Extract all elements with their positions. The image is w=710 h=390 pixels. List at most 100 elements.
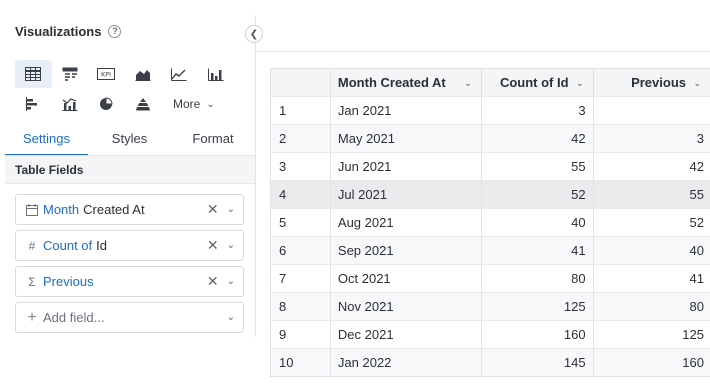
cell-month: Jan 2022 (330, 348, 482, 377)
row-number: 9 (270, 320, 331, 349)
tab-format[interactable]: Format (171, 127, 255, 156)
cell-count: 42 (481, 124, 594, 153)
combo-chart-icon[interactable] (52, 90, 89, 118)
calendar-icon (25, 203, 39, 216)
remove-field-icon[interactable]: ✕ (207, 201, 219, 218)
remove-field-icon[interactable]: ✕ (207, 237, 219, 254)
line-chart-icon[interactable] (161, 60, 198, 88)
cell-count: 52 (481, 180, 594, 209)
chevron-down-icon[interactable]: ⌄ (464, 78, 472, 89)
table-row: 6 Sep 2021 41 40 (270, 236, 710, 265)
cell-month: Jun 2021 (330, 152, 482, 181)
funnel-chart-icon[interactable] (125, 90, 162, 118)
row-number-header (270, 68, 331, 97)
column-header-month-created-at[interactable]: Month Created At ⌄ (330, 68, 482, 97)
plus-icon: + (27, 308, 37, 326)
tab-settings[interactable]: Settings (5, 127, 88, 156)
bar-chart-icon[interactable] (198, 60, 235, 88)
pivot-table-icon[interactable] (52, 60, 89, 88)
field-month-created-at[interactable]: Month Created At ✕ ⌄ (15, 194, 244, 225)
cell-count: 80 (481, 264, 594, 293)
cell-count: 41 (481, 236, 594, 265)
table-row: 3 Jun 2021 55 42 (270, 152, 710, 181)
panel-tabs: Settings Styles Format (5, 127, 255, 156)
field-name: Created At (83, 202, 145, 217)
remove-field-icon[interactable]: ✕ (207, 273, 219, 290)
table-fields-header: Table Fields (5, 155, 255, 184)
visualization-panel: Visualizations ? KPI More ⌄ Settings Sty… (0, 0, 255, 390)
column-header-label: Month Created At (337, 75, 446, 90)
panel-header: Visualizations ? (15, 24, 122, 39)
help-icon[interactable]: ? (108, 25, 122, 38)
table-row: 10 Jan 2022 145 160 (270, 348, 710, 377)
chevron-down-icon[interactable]: ⌄ (693, 78, 701, 89)
cell-month: Dec 2021 (330, 320, 482, 349)
field-count-of-id[interactable]: # Count of Id ✕ ⌄ (15, 230, 244, 261)
cell-previous: 160 (593, 348, 710, 377)
cell-previous: 42 (593, 152, 710, 181)
chevron-down-icon[interactable]: ⌄ (227, 204, 235, 215)
chevron-down-icon[interactable]: ⌄ (227, 276, 235, 287)
table-row: 8 Nov 2021 125 80 (270, 292, 710, 321)
column-header-label: Previous (631, 75, 686, 90)
kpi-icon-label: KPI (101, 71, 111, 79)
cell-month: Sep 2021 (330, 236, 482, 265)
chevron-down-icon: ⌄ (206, 98, 215, 110)
cell-month: Aug 2021 (330, 208, 482, 237)
chevron-down-icon[interactable]: ⌄ (227, 240, 235, 251)
table-row: 7 Oct 2021 80 41 (270, 264, 710, 293)
row-number: 6 (270, 236, 331, 265)
row-number: 7 (270, 264, 331, 293)
chevron-left-icon: ❮ (249, 28, 259, 40)
sigma-icon: Σ (28, 274, 36, 289)
cell-count: 160 (481, 320, 594, 349)
cell-previous (593, 96, 710, 125)
add-field-button[interactable]: + Add field... ⌄ (15, 302, 244, 333)
column-header-label: Count of Id (499, 75, 569, 90)
collapse-panel-button[interactable]: ❮ (245, 25, 263, 43)
table-icon[interactable] (15, 60, 52, 88)
area-chart-icon[interactable] (125, 60, 162, 88)
row-number: 3 (270, 152, 331, 181)
horizontal-bar-chart-icon[interactable] (15, 90, 52, 118)
row-number: 4 (270, 180, 331, 209)
cell-month: May 2021 (330, 124, 482, 153)
chevron-down-icon[interactable]: ⌄ (227, 312, 235, 323)
cell-month: Jan 2021 (330, 96, 482, 125)
pie-chart-icon[interactable] (88, 90, 125, 118)
cell-month: Nov 2021 (330, 292, 482, 321)
cell-previous: 3 (593, 124, 710, 153)
panel-divider (255, 15, 256, 337)
chevron-down-icon[interactable]: ⌄ (576, 78, 584, 89)
header-rule (255, 51, 710, 52)
visualization-picker: KPI More ⌄ (15, 60, 235, 120)
cell-count: 125 (481, 292, 594, 321)
cell-count: 55 (481, 152, 594, 181)
column-header-count-of-id[interactable]: Count of Id ⌄ (481, 68, 594, 97)
cell-count: 145 (481, 348, 594, 377)
column-header-previous[interactable]: Previous ⌄ (593, 68, 710, 97)
cell-month: Oct 2021 (330, 264, 482, 293)
cell-previous: 125 (593, 320, 710, 349)
cell-count: 40 (481, 208, 594, 237)
panel-title: Visualizations (15, 24, 102, 39)
field-aggregation: Previous (43, 274, 94, 289)
row-number: 8 (270, 292, 331, 321)
cell-previous: 41 (593, 264, 710, 293)
table-row: 1 Jan 2021 3 (270, 96, 710, 125)
table-row: 9 Dec 2021 160 125 (270, 320, 710, 349)
row-number: 2 (270, 124, 331, 153)
tab-styles[interactable]: Styles (88, 127, 171, 156)
field-previous[interactable]: Σ Previous ✕ ⌄ (15, 266, 244, 297)
table-row: 2 May 2021 42 3 (270, 124, 710, 153)
row-number: 5 (270, 208, 331, 237)
more-visualizations-button[interactable]: More ⌄ (161, 97, 215, 111)
results-table: Month Created At ⌄ Count of Id ⌄ Previous ⌄… (270, 68, 710, 377)
table-row: 4 Jul 2021 52 55 (270, 180, 710, 209)
kpi-icon[interactable]: KPI (88, 60, 125, 88)
cell-previous: 80 (593, 292, 710, 321)
cell-count: 3 (481, 96, 594, 125)
cell-previous: 55 (593, 180, 710, 209)
field-name: Id (96, 238, 107, 253)
cell-previous: 40 (593, 236, 710, 265)
